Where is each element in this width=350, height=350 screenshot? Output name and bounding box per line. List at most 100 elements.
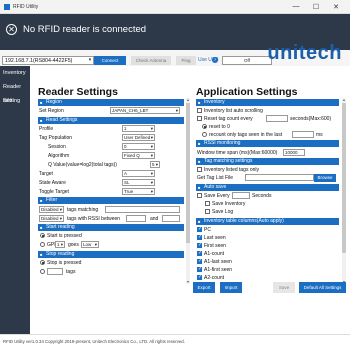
stop-tags-label: tags — [66, 269, 76, 275]
window-titlebar: RFID Utility — ☐ ✕ — [0, 0, 350, 14]
start-gpi-radio[interactable] — [40, 242, 45, 247]
filter-match-select[interactable]: Disabled — [39, 206, 64, 213]
disconnected-icon: ✕ — [6, 24, 17, 35]
reset-count-checkbox[interactable] — [197, 116, 202, 121]
column-pc-checkbox[interactable] — [197, 226, 202, 232]
copyright-text: RFID Utility ver1.0.34 Copyright 2019-pr… — [3, 339, 185, 344]
inventory-section-header: Inventory — [196, 99, 339, 106]
reset-seconds-label: seconds(Max:600) — [290, 116, 332, 122]
filter-match-label: tags matching — [67, 207, 99, 213]
status-text: No RFID reader is connected — [23, 24, 147, 35]
inventory-listed-checkbox[interactable] — [197, 167, 202, 172]
stop-tags-input[interactable] — [47, 268, 63, 275]
maximize-button[interactable]: ☐ — [306, 3, 326, 11]
column-first-seen-checkbox[interactable] — [197, 242, 202, 248]
save-every-input[interactable] — [232, 192, 250, 199]
toggle-target-select[interactable]: True — [122, 188, 155, 195]
column-a2-count-checkbox[interactable] — [197, 274, 202, 280]
reset-to-zero-radio[interactable] — [202, 124, 207, 129]
columns-section-header: Inventory table columns(Auto apply) — [196, 218, 339, 225]
save-log-label: Save Log — [212, 209, 234, 215]
default-all-settings-button[interactable]: Default All Settings — [299, 282, 346, 293]
toggle-target-label: Toggle Target — [39, 189, 69, 195]
app-icon — [4, 3, 10, 10]
state-aware-label: State Aware — [39, 180, 66, 186]
use-usb-toggle[interactable]: Off — [222, 56, 272, 65]
tag-list-file-label: Get Tag List File — [197, 175, 234, 181]
export-button[interactable]: Export — [193, 282, 215, 293]
connect-button[interactable]: Connect — [94, 56, 126, 65]
profile-select[interactable]: 1 — [122, 125, 155, 132]
goes-label: goes — [68, 242, 79, 248]
import-button[interactable]: Import — [220, 282, 242, 293]
browse-button[interactable]: Browse — [314, 174, 336, 182]
save-inventory-checkbox[interactable] — [205, 201, 210, 206]
auto-save-section-header: Auto save — [196, 184, 339, 191]
reader-address-select[interactable]: 192.168.7.1(RS804-4422F5) — [2, 56, 94, 65]
goes-select[interactable]: Low — [81, 241, 99, 248]
window-span-input[interactable]: 10000 — [283, 149, 305, 156]
check-antenna-button[interactable]: Check Antenna — [131, 56, 171, 65]
save-button[interactable]: Save — [273, 282, 295, 293]
set-region-select[interactable]: JAPAN_CH6_LBT — [110, 107, 180, 114]
column-label: Last seen — [204, 235, 226, 241]
q-value-select[interactable]: 5 — [150, 161, 160, 168]
help-icon[interactable]: ? — [212, 57, 218, 63]
reader-settings-title: Reader Settings — [38, 86, 118, 98]
tag-matching-section-header: Tag matching settings — [196, 158, 339, 165]
target-select[interactable]: A — [122, 170, 155, 177]
tag-population-select[interactable]: User Defined — [122, 134, 155, 141]
recount-label: recount only tags seen in the last — [209, 132, 283, 138]
filter-section-header: Filter — [38, 197, 184, 204]
scroll-up-icon[interactable]: ▲ — [342, 98, 346, 102]
column-label: PC — [204, 227, 211, 233]
stop-tags-radio[interactable] — [40, 269, 45, 274]
column-label: A1-count — [204, 251, 225, 257]
column-a1-first-seen-checkbox[interactable] — [197, 266, 202, 272]
ping-button[interactable]: Ping — [176, 56, 196, 65]
reader-scroll-thumb[interactable] — [186, 103, 190, 243]
read-settings-section-header: Read Settings — [38, 117, 184, 124]
filter-match-input[interactable] — [105, 206, 180, 213]
session-select[interactable]: 0 — [122, 143, 155, 150]
connection-status: ✕ No RFID reader is connected — [6, 24, 146, 35]
recount-ms-label: ms — [316, 132, 323, 138]
column-a1-last-seen-checkbox[interactable] — [197, 258, 202, 264]
filter-rssi-select[interactable]: Disabled — [39, 215, 64, 222]
tag-list-file-input[interactable] — [245, 174, 314, 181]
close-button[interactable]: ✕ — [326, 3, 346, 11]
scroll-up-icon[interactable]: ▲ — [186, 98, 190, 102]
reset-seconds-input[interactable] — [266, 115, 288, 122]
reset-to-zero-label: reset to 0 — [209, 124, 230, 130]
gpi-select[interactable]: 1 — [55, 241, 65, 248]
column-a1-count-checkbox[interactable] — [197, 250, 202, 256]
start-pressed-radio[interactable] — [40, 233, 45, 238]
scroll-down-icon[interactable]: ▼ — [186, 280, 190, 284]
state-aware-select[interactable]: SL — [122, 179, 155, 186]
minimize-button[interactable]: — — [286, 3, 306, 10]
settings-main: Reader Settings Region Set Region JAPAN_… — [30, 66, 350, 334]
stop-pressed-radio[interactable] — [40, 260, 45, 265]
unitech-logo: unitech — [267, 42, 342, 64]
column-last-seen-checkbox[interactable] — [197, 234, 202, 240]
recount-radio[interactable] — [202, 132, 207, 137]
sidebar-item-inventory[interactable]: Inventory — [0, 66, 30, 80]
save-log-checkbox[interactable] — [205, 209, 210, 214]
chevron-down-icon[interactable]: ▾ — [86, 57, 94, 64]
rssi-max-input[interactable] — [162, 215, 180, 222]
set-region-label: Set Region — [39, 108, 64, 114]
sidebar-item-setting[interactable]: Setting — [0, 94, 30, 108]
sidebar-item-reader-info[interactable]: Reader info — [0, 80, 30, 104]
reset-count-label: Reset tag count every — [204, 116, 253, 122]
algorithm-select[interactable]: Fixed Q — [122, 152, 155, 159]
recount-ms-input[interactable] — [292, 131, 314, 138]
stop-pressed-label: Stop is pressed — [47, 260, 82, 266]
rssi-min-input[interactable] — [126, 215, 146, 222]
auto-scroll-checkbox[interactable] — [197, 108, 202, 113]
session-label: Session — [48, 144, 66, 150]
rssi-section-header: RSSI monitoring — [196, 140, 339, 147]
app-scroll-thumb[interactable] — [342, 103, 346, 253]
auto-scroll-label: Inventory list auto scrolling — [204, 108, 263, 114]
sidebar: Inventory Reader info Setting — [0, 66, 30, 334]
save-every-checkbox[interactable] — [197, 193, 202, 198]
